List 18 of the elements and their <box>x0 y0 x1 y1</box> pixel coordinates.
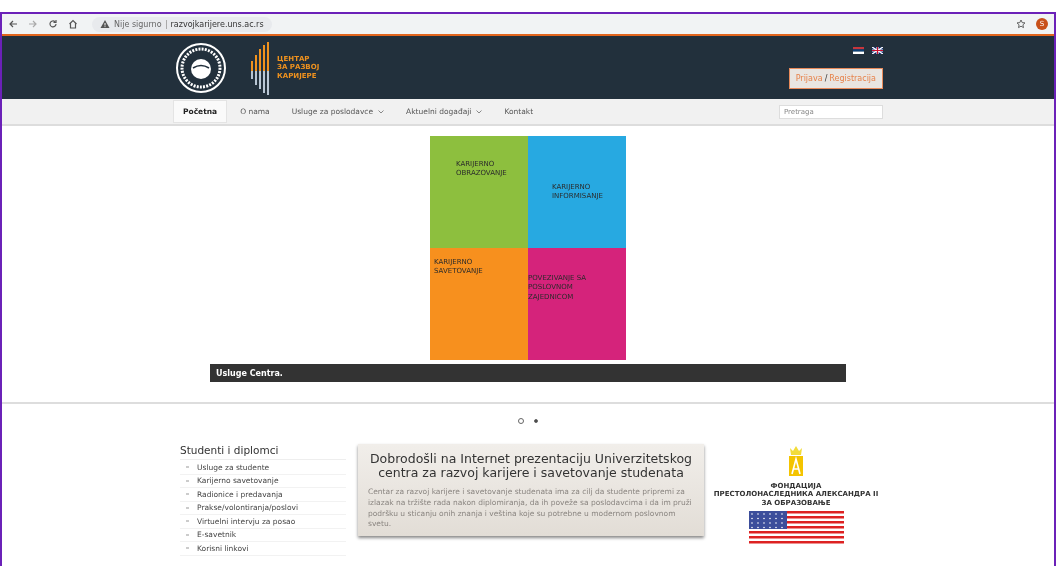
warning-icon <box>100 19 110 29</box>
slide-caption: Usluge Centra. <box>210 364 846 382</box>
reload-icon[interactable] <box>48 19 58 29</box>
home-icon[interactable] <box>68 19 78 29</box>
welcome-title: Dobrodošli na Internet prezentaciju Univerzitetskog centra za razvoj karijere i savetovanje studenata <box>369 452 693 481</box>
star-icon[interactable] <box>1016 19 1026 29</box>
security-label: Nije sigurno <box>114 19 162 29</box>
separator-text: / <box>824 73 828 83</box>
university-seal-icon <box>175 41 227 94</box>
flag-icon <box>748 511 844 545</box>
carousel-dot[interactable] <box>534 419 538 423</box>
flag-icon[interactable] <box>872 46 883 54</box>
crown-logo-icon <box>786 444 806 478</box>
address-bar[interactable]: Nije sigurno razvojkarijere.uns.ac.rs <box>92 16 272 32</box>
sidebar-title: Studenti i diplomci <box>180 444 346 460</box>
flag-icon[interactable] <box>853 46 864 54</box>
back-icon[interactable] <box>8 19 18 29</box>
url-text: razvojkarijere.uns.ac.rs <box>170 19 264 29</box>
